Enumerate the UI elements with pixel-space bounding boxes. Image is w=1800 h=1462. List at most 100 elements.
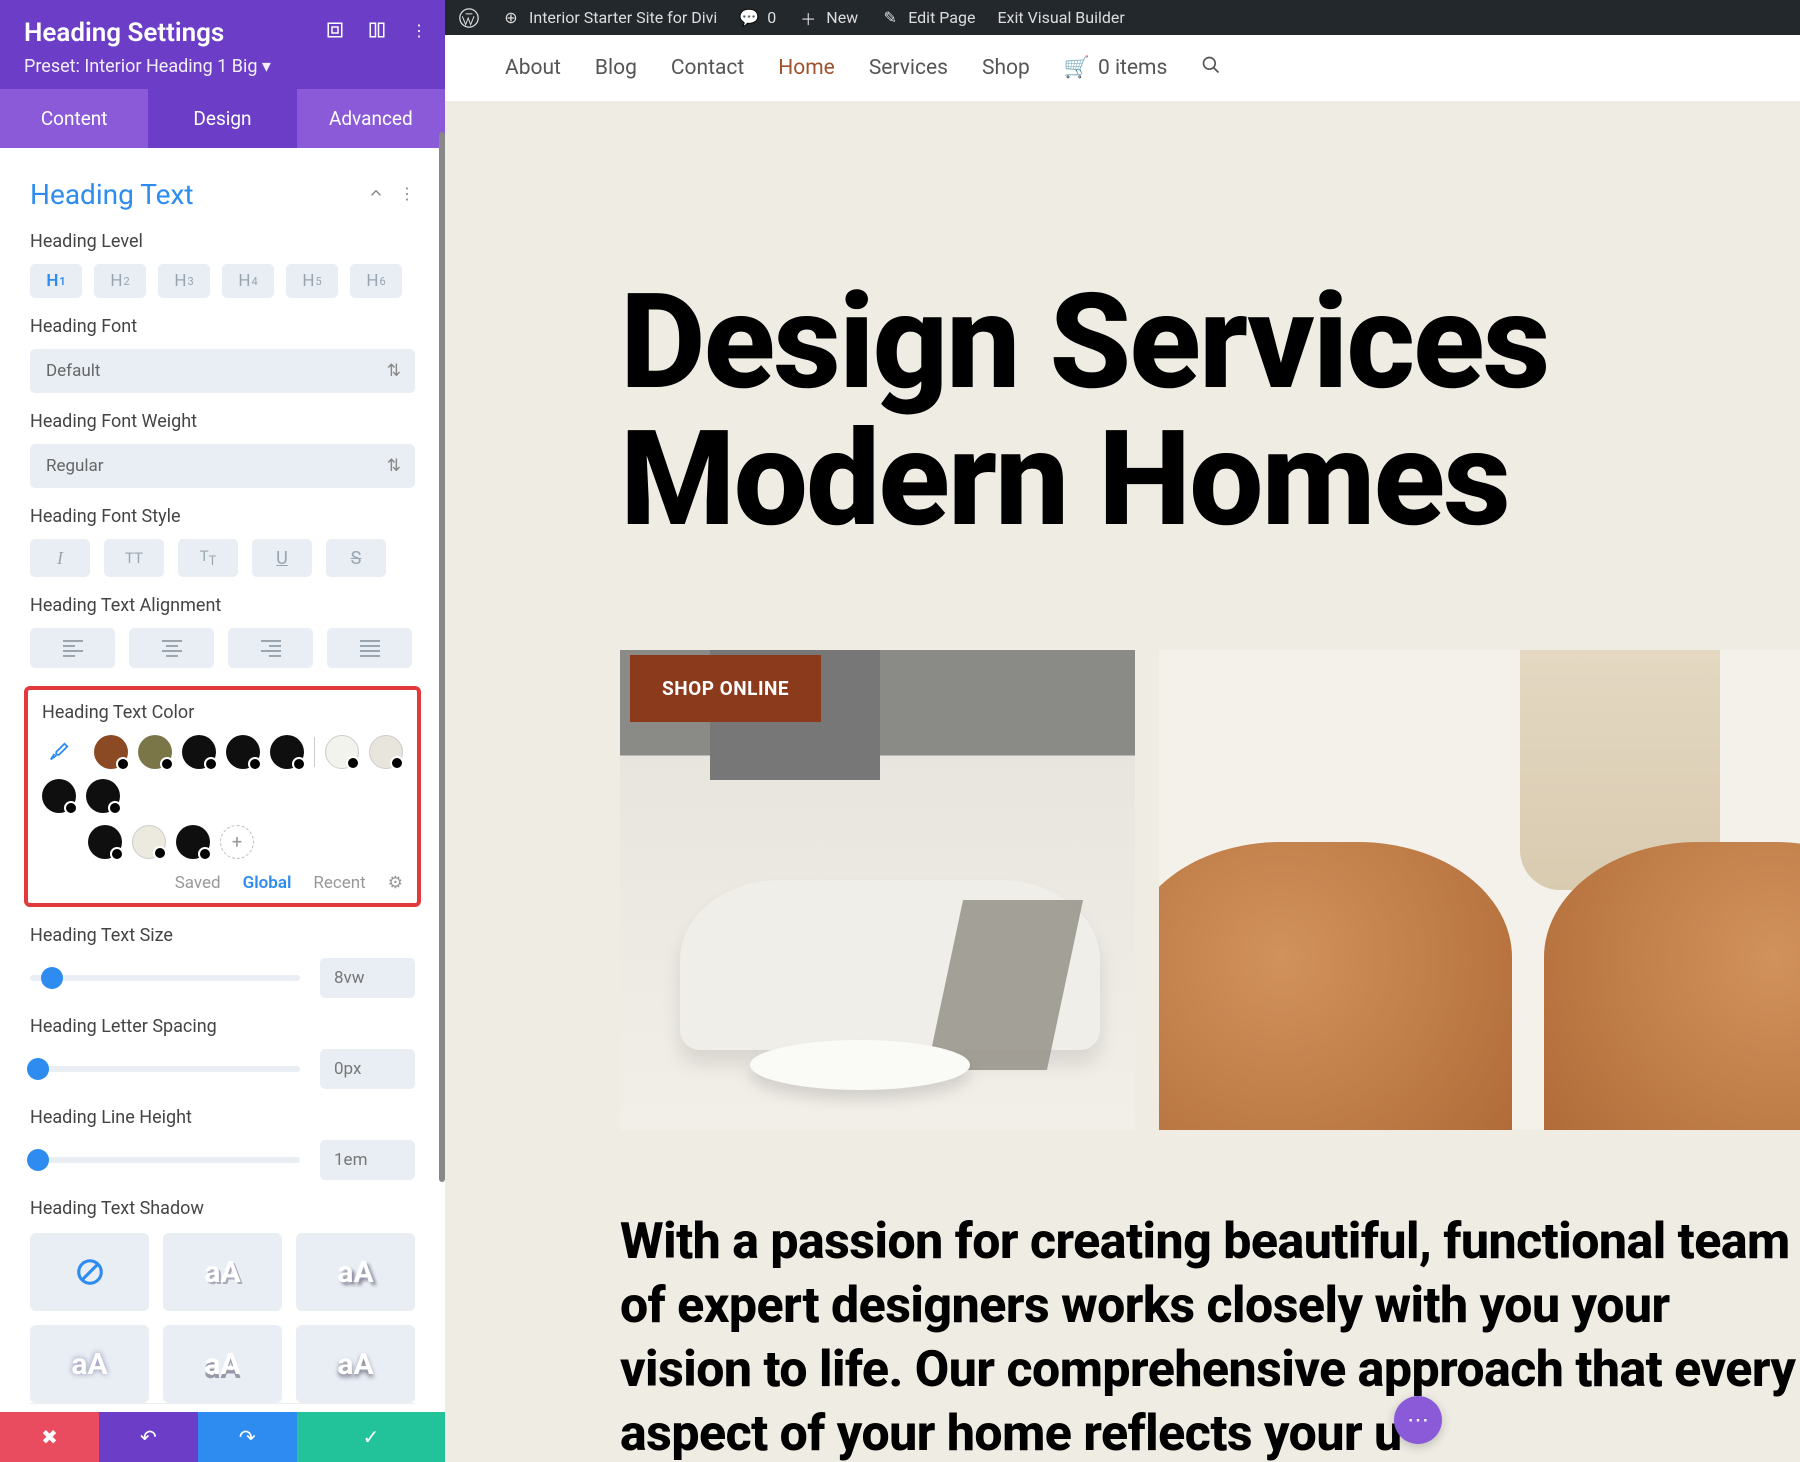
letter-spacing-slider[interactable] xyxy=(30,1066,300,1072)
hero-section: Design Services Modern Homes SHOP ONLINE… xyxy=(445,101,1800,1462)
grid-icon[interactable] xyxy=(367,20,387,40)
label-heading-level: Heading Level xyxy=(30,231,415,252)
heading-level-h1[interactable]: H1 xyxy=(30,264,82,298)
heading-level-h4[interactable]: H4 xyxy=(222,264,274,298)
tab-advanced[interactable]: Advanced xyxy=(297,89,445,148)
color-swatch[interactable] xyxy=(94,735,128,769)
label-heading-font-weight: Heading Font Weight xyxy=(30,411,415,432)
align-left[interactable] xyxy=(30,628,115,668)
align-center[interactable] xyxy=(129,628,214,668)
tab-content[interactable]: Content xyxy=(0,89,148,148)
intro-paragraph: With a passion for creating beautiful, f… xyxy=(620,1210,1800,1462)
more-icon[interactable]: ⋮ xyxy=(399,184,415,206)
shadow-preset-2[interactable]: aA xyxy=(296,1233,415,1311)
font-style-underline[interactable]: U xyxy=(252,539,312,577)
letter-spacing-value[interactable]: 0px xyxy=(320,1049,415,1089)
cancel-button[interactable]: ✖ xyxy=(0,1412,99,1462)
page-canvas: ⊕Interior Starter Site for Divi 💬0 ＋New … xyxy=(445,0,1800,1462)
palette-tab-saved[interactable]: Saved xyxy=(175,873,221,893)
color-swatch[interactable] xyxy=(86,779,120,813)
panel-preset[interactable]: Preset: Interior Heading 1 Big ▾ xyxy=(24,56,421,77)
pencil-icon: ✎ xyxy=(880,8,900,28)
hero-image-right xyxy=(1159,650,1800,1130)
heading-level-h2[interactable]: H2 xyxy=(94,264,146,298)
color-swatch[interactable] xyxy=(88,825,122,859)
font-style-smallcaps[interactable]: TT xyxy=(178,539,238,577)
color-swatch[interactable] xyxy=(132,825,166,859)
tab-design[interactable]: Design xyxy=(148,89,296,148)
swatch-separator xyxy=(314,737,315,767)
chevron-up-icon[interactable] xyxy=(367,184,385,206)
text-size-value[interactable]: 8vw xyxy=(320,958,415,998)
section-heading-text[interactable]: Heading Text xyxy=(30,178,194,211)
heading-font-weight-select[interactable]: Regular⇅ xyxy=(30,444,415,488)
panel-body: Heading Text ⋮ Heading Level H1 H2 H3 H4… xyxy=(0,148,445,1412)
nav-shop[interactable]: Shop xyxy=(982,56,1030,80)
shadow-preset-1[interactable]: aA xyxy=(163,1233,282,1311)
font-style-strikethrough[interactable]: S xyxy=(326,539,386,577)
site-nav: About Blog Contact Home Services Shop 🛒0… xyxy=(445,35,1800,101)
color-swatch[interactable] xyxy=(42,779,76,813)
save-button[interactable]: ✓ xyxy=(297,1412,445,1462)
undo-button[interactable]: ↶ xyxy=(99,1412,198,1462)
add-swatch[interactable]: + xyxy=(220,825,254,859)
eyedropper-icon[interactable] xyxy=(42,735,76,769)
color-swatch[interactable] xyxy=(226,735,260,769)
section-sizing[interactable]: Sizing xyxy=(30,1403,415,1412)
heading-text-color-section: Heading Text Color + Saved Global Recent… xyxy=(24,686,421,907)
panel-header: Heading Settings Preset: Interior Headin… xyxy=(0,0,445,89)
heading-font-select[interactable]: Default⇅ xyxy=(30,349,415,393)
label-heading-font: Heading Font xyxy=(30,316,415,337)
text-size-slider[interactable] xyxy=(30,975,300,981)
palette-tab-recent[interactable]: Recent xyxy=(313,873,365,893)
palette-tab-global[interactable]: Global xyxy=(243,873,292,893)
align-justify[interactable] xyxy=(327,628,412,668)
wp-new[interactable]: ＋New xyxy=(798,8,858,28)
font-style-italic[interactable]: I xyxy=(30,539,90,577)
shadow-preset-4[interactable]: aA xyxy=(163,1325,282,1403)
line-height-value[interactable]: 1em xyxy=(320,1140,415,1180)
label-heading-text-alignment: Heading Text Alignment xyxy=(30,595,415,616)
nav-services[interactable]: Services xyxy=(869,56,948,80)
line-height-slider[interactable] xyxy=(30,1157,300,1163)
settings-panel: Heading Settings Preset: Interior Headin… xyxy=(0,0,445,1462)
color-swatch[interactable] xyxy=(369,735,403,769)
color-swatch[interactable] xyxy=(138,735,172,769)
nav-about[interactable]: About xyxy=(505,56,561,80)
wp-admin-bar: ⊕Interior Starter Site for Divi 💬0 ＋New … xyxy=(445,0,1800,35)
expand-icon[interactable] xyxy=(325,20,345,40)
wp-edit-page[interactable]: ✎Edit Page xyxy=(880,8,975,28)
heading-level-h6[interactable]: H6 xyxy=(350,264,402,298)
shop-online-button[interactable]: SHOP ONLINE xyxy=(630,655,821,722)
wp-comments[interactable]: 💬0 xyxy=(739,8,776,28)
heading-level-h3[interactable]: H3 xyxy=(158,264,210,298)
color-swatch[interactable] xyxy=(176,825,210,859)
label-heading-font-style: Heading Font Style xyxy=(30,506,415,527)
label-heading-letter-spacing: Heading Letter Spacing xyxy=(30,1016,415,1037)
more-icon[interactable]: ⋮ xyxy=(409,20,429,40)
redo-button[interactable]: ↷ xyxy=(198,1412,297,1462)
comment-icon: 💬 xyxy=(739,8,759,28)
wp-exit-vb[interactable]: Exit Visual Builder xyxy=(997,8,1124,27)
color-swatch[interactable] xyxy=(325,735,359,769)
wp-logo-icon[interactable] xyxy=(459,8,479,28)
nav-blog[interactable]: Blog xyxy=(595,56,637,80)
shadow-none[interactable] xyxy=(30,1233,149,1311)
nav-home[interactable]: Home xyxy=(778,56,835,80)
font-style-uppercase[interactable]: TT xyxy=(104,539,164,577)
shadow-preset-3[interactable]: aA xyxy=(30,1325,149,1403)
divi-fab-button[interactable]: ⋯ xyxy=(1394,1396,1442,1444)
nav-cart[interactable]: 🛒0 items xyxy=(1064,56,1168,80)
align-right[interactable] xyxy=(228,628,313,668)
shadow-preset-5[interactable]: aA xyxy=(296,1325,415,1403)
panel-tabs: Content Design Advanced xyxy=(0,89,445,148)
nav-contact[interactable]: Contact xyxy=(671,56,744,80)
search-icon[interactable] xyxy=(1201,55,1221,81)
cart-icon: 🛒 xyxy=(1064,56,1090,80)
color-swatch[interactable] xyxy=(182,735,216,769)
gear-icon[interactable]: ⚙ xyxy=(388,873,403,893)
dashboard-icon: ⊕ xyxy=(501,8,521,28)
wp-site-name[interactable]: ⊕Interior Starter Site for Divi xyxy=(501,8,717,28)
heading-level-h5[interactable]: H5 xyxy=(286,264,338,298)
color-swatch[interactable] xyxy=(270,735,304,769)
